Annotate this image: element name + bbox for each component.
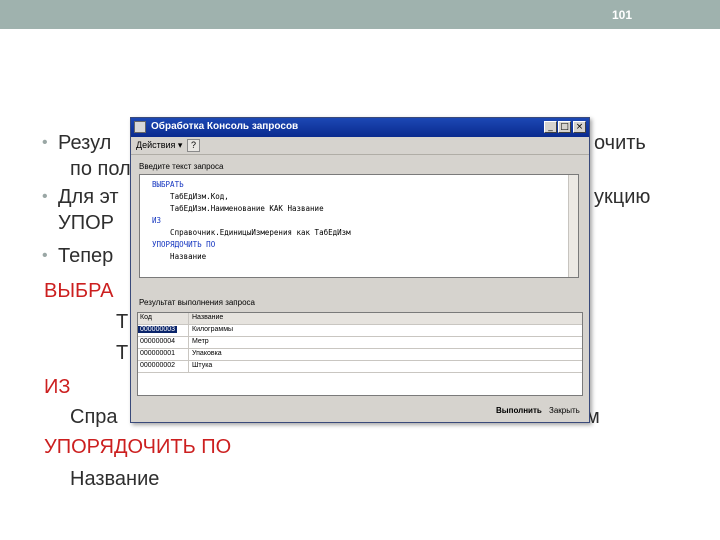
query-line-3: ТабЕдИзм.Наименование КАК Название bbox=[152, 204, 324, 213]
column-header-code[interactable]: Код bbox=[140, 314, 152, 321]
code-source-left: Спра bbox=[70, 406, 118, 428]
query-console-window: Обработка Консоль запросов _ □ × Действи… bbox=[130, 117, 590, 423]
cell-name: Упаковка bbox=[192, 350, 222, 357]
bullet-2-cont: УПОР bbox=[58, 212, 114, 234]
code-field-2: Т bbox=[116, 342, 129, 364]
toolbar: Действия ▾ ? bbox=[131, 137, 589, 155]
cell-code: 000000004 bbox=[140, 338, 176, 345]
code-field-1: Т bbox=[116, 311, 129, 333]
code-select: ВЫБРА bbox=[44, 280, 114, 302]
query-line-1: ВЫБРАТЬ bbox=[152, 180, 184, 189]
actions-menu[interactable]: Действия ▾ bbox=[136, 140, 182, 151]
query-label: Введите текст запроса bbox=[139, 162, 224, 171]
window-titlebar[interactable]: Обработка Консоль запросов _ □ × bbox=[131, 118, 589, 137]
column-header-name[interactable]: Название bbox=[192, 314, 223, 321]
window-app-icon bbox=[134, 121, 146, 133]
run-button[interactable]: Выполнить bbox=[496, 406, 542, 415]
help-icon[interactable]: ? bbox=[187, 139, 200, 152]
result-label: Результат выполнения запроса bbox=[139, 298, 255, 307]
code-order-field: Название bbox=[70, 468, 160, 490]
query-line-2: ТабЕдИзм.Код, bbox=[152, 192, 229, 201]
slide-header-bar: 101 bbox=[0, 0, 720, 29]
query-line-4: ИЗ bbox=[152, 216, 162, 225]
bullet-1-left: Резул bbox=[42, 132, 111, 155]
cell-name: Килограммы bbox=[192, 326, 234, 333]
editor-scrollbar[interactable] bbox=[568, 175, 578, 277]
query-line-5: Справочник.ЕдиницыИзмерения как ТабЕдИзм bbox=[152, 228, 351, 237]
result-table: Код Название 000000003 Килограммы 000000… bbox=[137, 312, 583, 396]
code-from: ИЗ bbox=[44, 376, 71, 398]
query-line-6: УПОРЯДОЧИТЬ ПО bbox=[152, 240, 216, 249]
cell-code: 000000002 bbox=[140, 362, 176, 369]
bullet-2-right: укцию bbox=[594, 186, 651, 208]
close-button[interactable]: Закрыть bbox=[549, 406, 580, 415]
bullet-2-left: Для эт bbox=[42, 186, 118, 209]
query-editor[interactable]: ВЫБРАТЬ ТабЕдИзм.Код, ТабЕдИзм.Наименова… bbox=[139, 174, 579, 278]
bullet-1-right: очить bbox=[594, 132, 646, 154]
minimize-button[interactable]: _ bbox=[544, 121, 557, 133]
close-window-button[interactable]: × bbox=[573, 121, 586, 133]
table-row[interactable]: 000000003 Килограммы bbox=[138, 325, 582, 337]
table-header: Код Название bbox=[138, 313, 582, 325]
cell-code: 000000003 bbox=[138, 326, 178, 333]
cell-name: Метр bbox=[192, 338, 209, 345]
bullet-3-left: Тепер bbox=[42, 245, 113, 268]
window-title: Обработка Консоль запросов bbox=[151, 121, 299, 132]
query-line-7: Название bbox=[152, 252, 207, 261]
table-row[interactable]: 000000004 Метр bbox=[138, 337, 582, 349]
table-row[interactable]: 000000001 Упаковка bbox=[138, 349, 582, 361]
code-order-by: УПОРЯДОЧИТЬ ПО bbox=[44, 436, 232, 458]
maximize-button[interactable]: □ bbox=[558, 121, 571, 133]
page-number: 101 bbox=[611, 8, 632, 22]
cell-code: 000000001 bbox=[140, 350, 176, 357]
cell-name: Штука bbox=[192, 362, 213, 369]
table-row[interactable]: 000000002 Штука bbox=[138, 361, 582, 373]
bullet-1-cont: по пол bbox=[70, 158, 131, 180]
